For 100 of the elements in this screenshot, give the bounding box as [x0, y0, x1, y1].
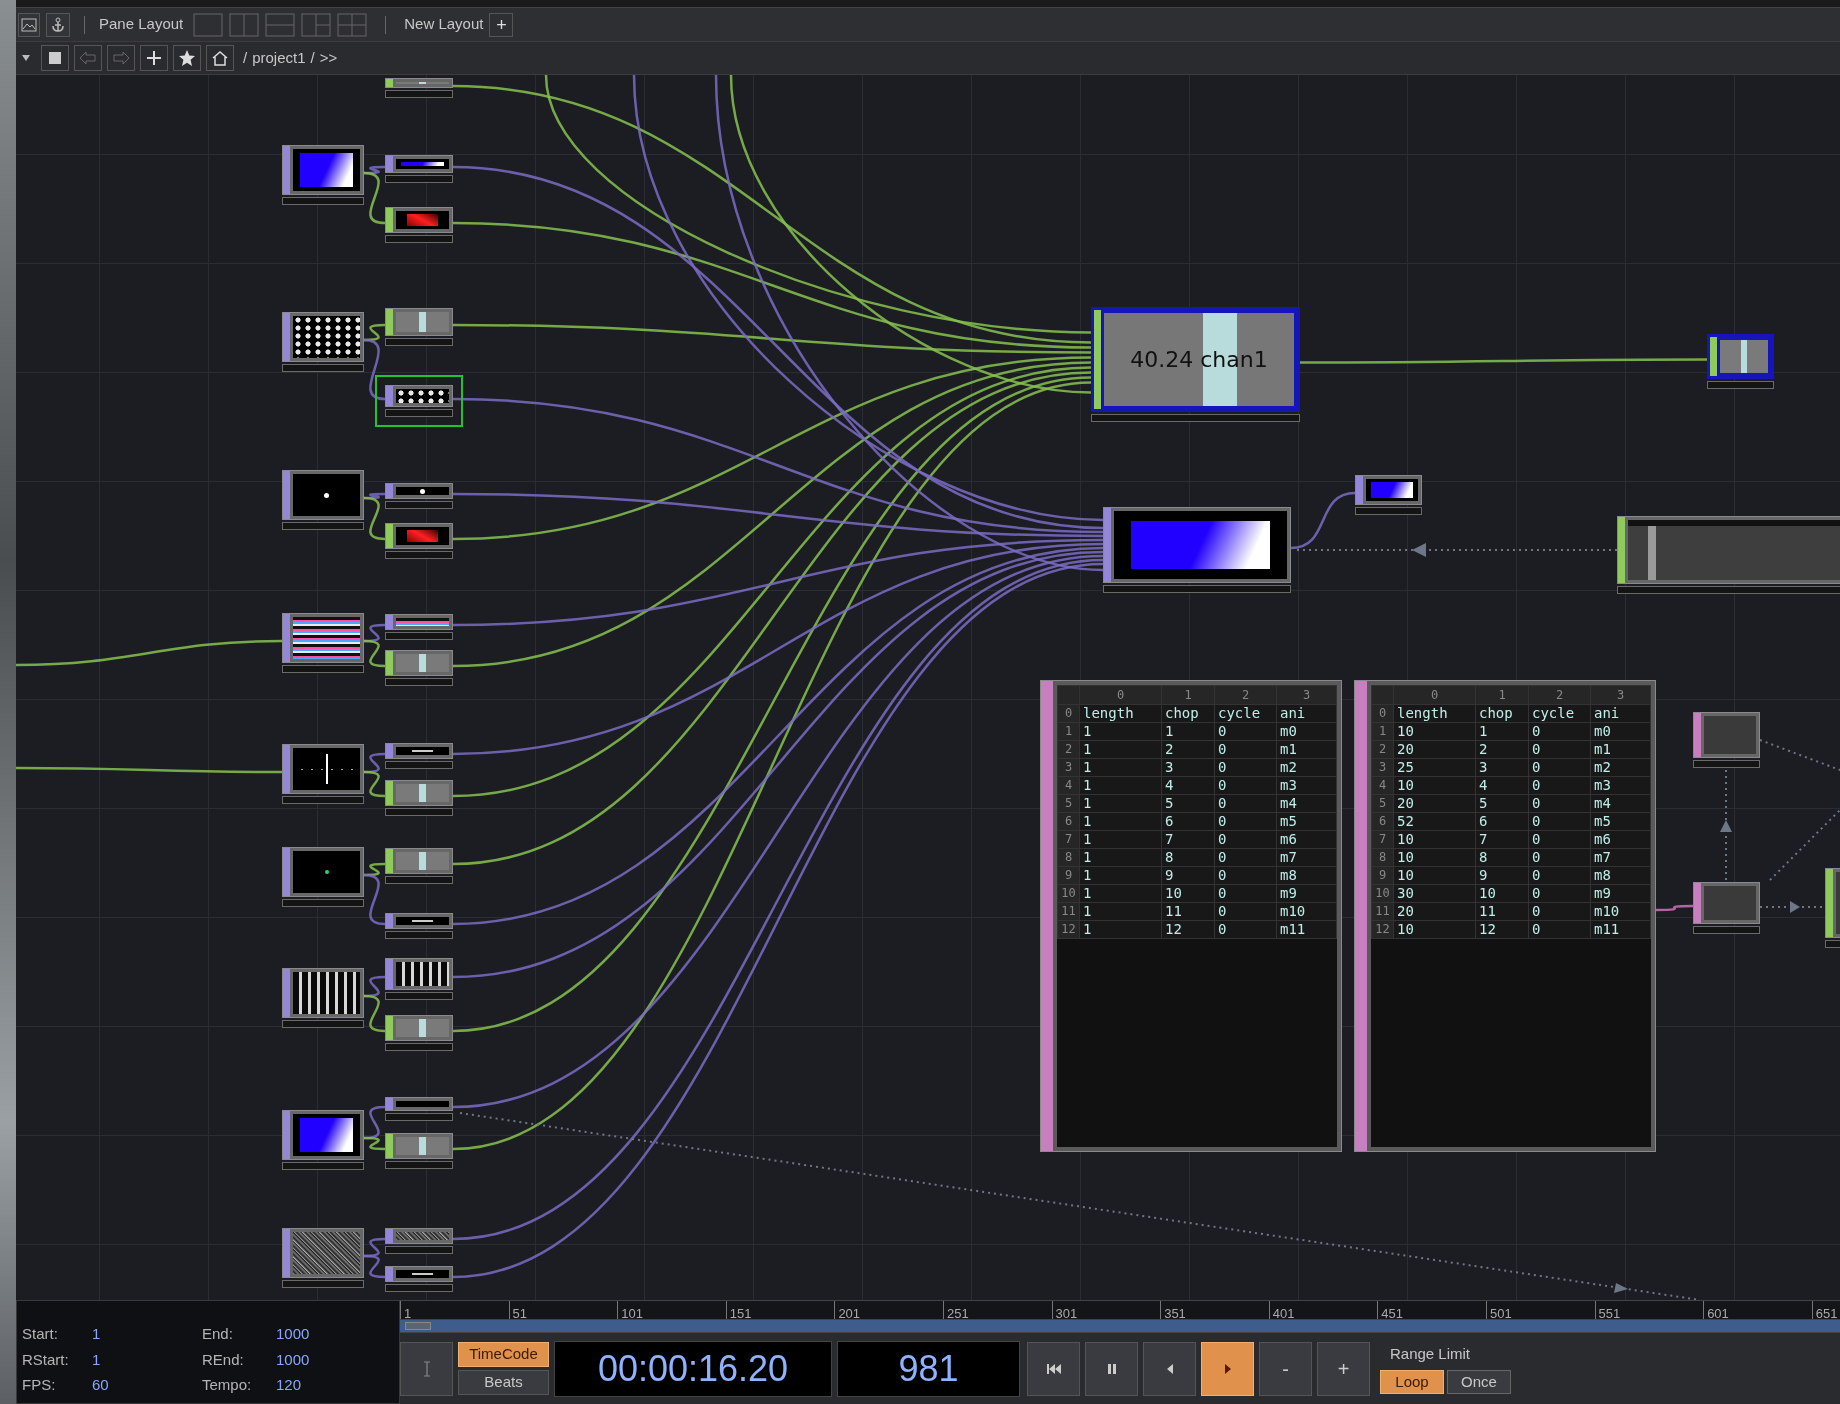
- range-mode-tab[interactable]: Once: [1447, 1369, 1511, 1394]
- input-strip: [283, 146, 290, 194]
- path-segment[interactable]: project1: [252, 46, 306, 70]
- stripes-thumbnail: [293, 617, 360, 659]
- time-mode-tab[interactable]: Beats: [458, 1370, 549, 1395]
- node-name-field: [385, 175, 453, 183]
- path-separator: /: [310, 47, 315, 68]
- ruler-label: 301: [1055, 1306, 1078, 1319]
- ruler-label: 251: [946, 1306, 969, 1319]
- connection-wire: [363, 770, 386, 798]
- input-strip: [386, 781, 393, 805]
- field-label: RStart:: [22, 1349, 70, 1370]
- node-name-field: [385, 808, 453, 816]
- transport-button[interactable]: [1027, 1341, 1080, 1396]
- node-name-field: [385, 1113, 453, 1121]
- channel-thumbnail: [396, 784, 449, 802]
- range-mode-tab[interactable]: Loop: [1380, 1369, 1444, 1394]
- node-name-field: [385, 632, 453, 640]
- ruler-label: 451: [1381, 1306, 1404, 1319]
- time-mode-tab[interactable]: TimeCode: [458, 1342, 549, 1367]
- node-name-field: [385, 551, 453, 559]
- node-name-field: [385, 761, 453, 769]
- field-label: End:: [202, 1324, 234, 1344]
- column-header: 3: [1590, 685, 1651, 705]
- ruler-label: 101: [621, 1306, 643, 1319]
- input-strip: [386, 484, 393, 498]
- timeline-ruler[interactable]: 1 51 101 151 201 251 301 351 401 451 501 551 601 651: [400, 1300, 1840, 1320]
- node-name-field: [1707, 381, 1774, 389]
- rewind-icon: [1045, 1362, 1062, 1375]
- transport-button[interactable]: -: [1259, 1341, 1312, 1396]
- channel-thumbnail: [396, 312, 449, 332]
- table-node[interactable]: 0 1 2 3 0 length chop cycle ani 1 10 1 0 m0 2 20 2 0 m1 3 25 3 0 m2 4 10 4 0 m3 5 20 5 0 m4 6 52 6 0 m5 7 10 7 0 m6 8 10 8 0 m7 9 10 9 0 m8 10 30 10 0 m9 11 20 11 0 m10 12 10 12 0 m11: [1354, 680, 1656, 1152]
- column-header: 2: [1214, 685, 1277, 705]
- path-separator[interactable]: >>: [319, 46, 338, 70]
- pattern-thumbnail: [396, 389, 449, 403]
- input-strip: [386, 524, 393, 548]
- channel-thumbnail: [396, 1137, 449, 1155]
- add-layout-button[interactable]: +: [489, 12, 514, 37]
- line-thumbnail: [396, 747, 449, 755]
- column-header: 2: [1528, 685, 1591, 705]
- column-header: 1: [1161, 685, 1215, 705]
- column-header: 0: [1393, 685, 1476, 705]
- node-name-field: [385, 1284, 453, 1292]
- channel-thumbnail: [1720, 340, 1768, 373]
- node-name-field: [385, 338, 453, 346]
- range-handle[interactable]: [405, 1322, 431, 1330]
- connection-wire: [363, 1254, 386, 1279]
- step-back-icon: [1166, 1363, 1173, 1374]
- input-strip: [386, 959, 393, 989]
- ruler-label: 151: [729, 1306, 752, 1319]
- table-node[interactable]: 0 1 2 3 0 length chop cycle ani 1 1 1 0 m0 2 1 2 0 m1 3 1 3 0 m2 4 1 4 0 m3 5 1 5 0 m4 6 1 6 0 m5 7 1 7 0 m6 8 1 8 0 m7 9 1 9 0 m8 10 1 10 0 m9 11 1 11 0 m10 12 1 12 0 m11: [1040, 680, 1342, 1152]
- gradient-thumbnail: [1366, 479, 1418, 501]
- node-name-field: [1693, 926, 1760, 934]
- input-strip: [283, 614, 290, 662]
- plus-icon[interactable]: [140, 45, 168, 71]
- input-strip: [386, 914, 393, 928]
- node-name-field: [385, 501, 453, 509]
- input-strip: [386, 1229, 393, 1243]
- field-value: 1: [92, 1324, 102, 1344]
- ruler-label: 401: [1272, 1306, 1295, 1319]
- transport-button[interactable]: [1085, 1341, 1138, 1396]
- input-strip: [283, 471, 290, 519]
- ruler-label: 651: [1815, 1306, 1838, 1319]
- line-thumbnail: [396, 917, 449, 925]
- node-name-field: [385, 678, 453, 686]
- connection-wire: [1290, 491, 1356, 550]
- node-name-field: [385, 409, 453, 417]
- node-name-field: [1693, 760, 1760, 768]
- image-icon[interactable]: [18, 12, 40, 37]
- home-icon[interactable]: [206, 45, 234, 71]
- dot-thumbnail: [396, 487, 449, 495]
- graphic-thumbnail: [396, 211, 449, 229]
- input-strip: [386, 309, 393, 335]
- node-name-field: [385, 235, 453, 243]
- bars-thumbnail: [293, 972, 360, 1014]
- field-value: 1: [92, 1349, 102, 1370]
- ruler-label: 601: [1707, 1306, 1729, 1319]
- dot-thumbnail: [293, 474, 360, 516]
- line-thumbnail: [396, 1270, 449, 1278]
- channel-thumbnail: [396, 852, 449, 870]
- node-name-field: [1355, 507, 1422, 515]
- stripes-thumbnail: [396, 618, 449, 626]
- transport-button[interactable]: +: [1317, 1341, 1370, 1396]
- transport-button[interactable]: [1201, 1341, 1254, 1396]
- column-header: 3: [1276, 685, 1337, 705]
- ruler-label: 51: [512, 1306, 528, 1319]
- anchor-icon[interactable]: [46, 12, 70, 37]
- node-name-field: [385, 992, 453, 1000]
- stop-icon[interactable]: [41, 45, 69, 71]
- input-strip: [1694, 713, 1701, 757]
- field-value: 60: [92, 1375, 110, 1395]
- frame-display: 981: [837, 1340, 1020, 1397]
- empty-thumbnail: [1704, 716, 1756, 754]
- gradient-thumbnail: [396, 159, 449, 169]
- operator-node[interactable]: [375, 375, 463, 427]
- input-strip: [386, 1134, 393, 1158]
- empty-thumbnail: [1704, 886, 1756, 920]
- input-strip: [1710, 337, 1717, 376]
- column-header: 1: [1475, 685, 1529, 705]
- field-value: 1000: [276, 1349, 311, 1370]
